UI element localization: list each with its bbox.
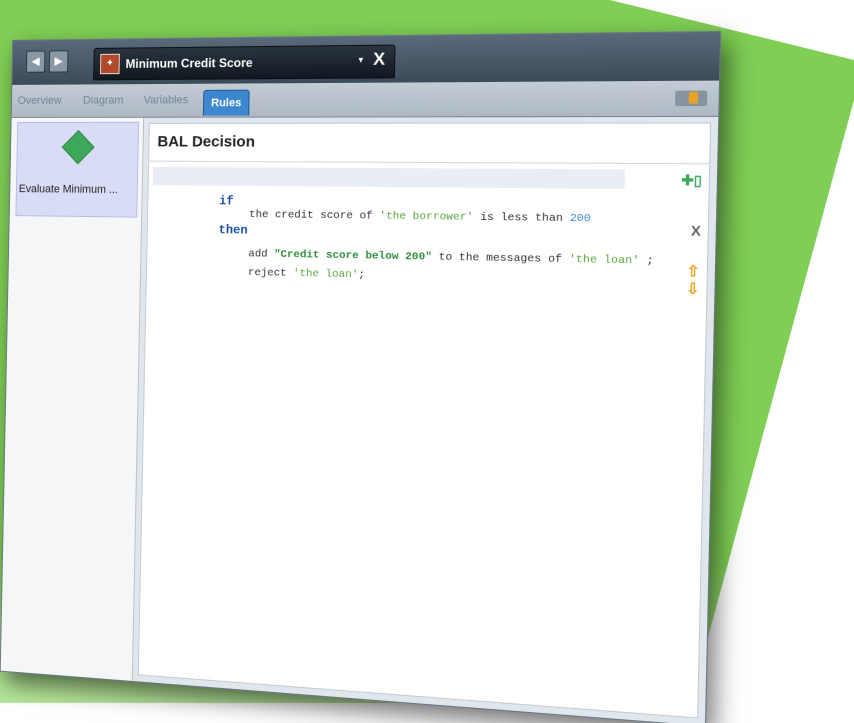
- editor-header: BAL Decision: [149, 124, 710, 165]
- action-reject-text: reject: [248, 267, 293, 280]
- diamond-icon: [62, 130, 95, 164]
- condition-highlight: [153, 167, 625, 189]
- editor-title: BAL Decision: [157, 133, 255, 151]
- move-down-icon[interactable]: ⇩: [686, 280, 700, 299]
- arrow-right-icon: ▶: [54, 55, 62, 67]
- document-tab[interactable]: ✦ Minimum Credit Score ▾ X: [93, 45, 396, 81]
- loan-literal-reject: 'the loan': [293, 268, 359, 282]
- node-label: Evaluate Minimum ...: [19, 183, 118, 196]
- editor-tab-bar: Overview Diagram Variables Rules: [12, 81, 719, 118]
- loan-literal: 'the loan': [569, 253, 640, 267]
- rule-code[interactable]: if the credit score of 'the borrower' is…: [157, 169, 663, 172]
- tab-diagram[interactable]: Diagram: [83, 94, 124, 106]
- arrow-left-icon: ◀: [31, 56, 39, 68]
- add-condition-icon[interactable]: ✚▯: [681, 172, 702, 190]
- terminator-text: ;: [358, 269, 365, 282]
- forward-button[interactable]: ▶: [49, 50, 69, 72]
- code-line-action-reject[interactable]: reject 'the loan';: [184, 253, 365, 294]
- delete-icon[interactable]: X: [691, 222, 701, 239]
- close-tab-button[interactable]: X: [373, 49, 385, 70]
- title-bar: ◀ ▶ ✦ Minimum Credit Score ▾ X: [12, 32, 720, 85]
- dropdown-icon[interactable]: ▾: [358, 54, 363, 66]
- action-target-text: to the messages of: [432, 251, 569, 266]
- rule-editor-window: ◀ ▶ ✦ Minimum Credit Score ▾ X Overview …: [0, 31, 721, 723]
- operator-text: is less than: [473, 211, 570, 225]
- decision-editor: BAL Decision if the credit score of 'the…: [138, 122, 711, 718]
- status-indicator-icon: [689, 92, 698, 104]
- decision-node[interactable]: Evaluate Minimum ...: [15, 122, 139, 218]
- borrower-literal: 'the borrower': [379, 210, 473, 224]
- tab-variables[interactable]: Variables: [143, 94, 188, 106]
- left-panel: Evaluate Minimum ...: [1, 118, 144, 681]
- move-up-icon[interactable]: ⇧: [686, 262, 700, 281]
- threshold-number: 200: [570, 212, 591, 225]
- condition-text: the credit score of: [249, 209, 379, 223]
- separator-text: ;: [639, 255, 654, 268]
- tab-overview[interactable]: Overview: [18, 95, 62, 107]
- toolbar-toggle-icon[interactable]: [675, 91, 707, 107]
- tab-rules[interactable]: Rules: [203, 90, 250, 116]
- document-title: Minimum Credit Score: [125, 55, 252, 71]
- rule-flow-icon: ✦: [100, 54, 120, 74]
- back-button[interactable]: ◀: [26, 50, 46, 72]
